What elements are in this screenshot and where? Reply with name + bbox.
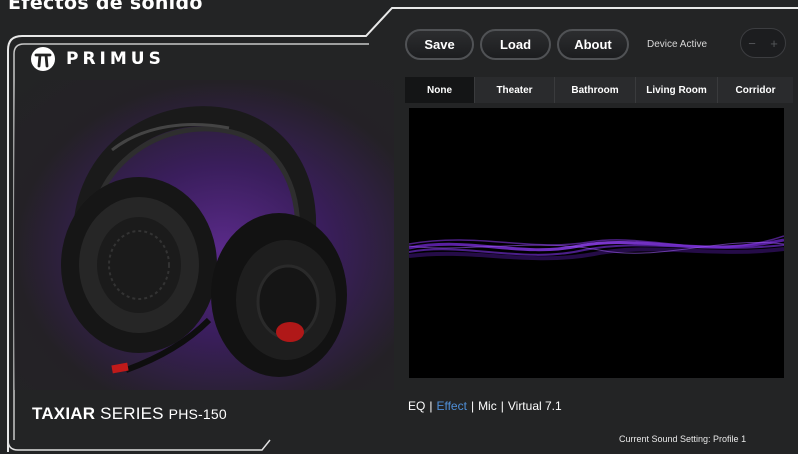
headset-image bbox=[61, 106, 347, 377]
nav-effect[interactable]: Effect bbox=[436, 399, 466, 413]
tab-living-room[interactable]: Living Room bbox=[636, 77, 718, 103]
bottom-nav: EQ | Effect | Mic | Virtual 7.1 bbox=[408, 399, 562, 413]
nav-separator: | bbox=[500, 399, 504, 413]
effect-preset-tabs: None Theater Bathroom Living Room Corrid… bbox=[405, 77, 793, 103]
product-series: SERIES bbox=[100, 404, 164, 423]
load-button[interactable]: Load bbox=[480, 29, 551, 60]
device-toggle[interactable]: − + bbox=[740, 28, 786, 58]
product-image-stage bbox=[14, 80, 394, 390]
brand-logo: PRIMUS bbox=[30, 46, 165, 72]
toolbar: Save Load About bbox=[405, 29, 629, 60]
nav-mic[interactable]: Mic bbox=[478, 399, 497, 413]
tab-theater[interactable]: Theater bbox=[475, 77, 555, 103]
tab-none[interactable]: None bbox=[405, 77, 475, 103]
minus-icon: − bbox=[748, 35, 756, 51]
nav-separator: | bbox=[429, 399, 433, 413]
plus-icon: + bbox=[770, 35, 778, 51]
sound-visualizer bbox=[408, 108, 785, 378]
device-status: Device Active bbox=[647, 39, 708, 50]
brand-name: PRIMUS bbox=[66, 49, 165, 69]
tab-bathroom[interactable]: Bathroom bbox=[555, 77, 636, 103]
about-button[interactable]: About bbox=[557, 29, 629, 60]
nav-virtual-7-1[interactable]: Virtual 7.1 bbox=[508, 399, 562, 413]
tab-corridor[interactable]: Corridor bbox=[718, 77, 793, 103]
product-title: TAXIAR SERIES PHS-150 bbox=[32, 404, 227, 424]
save-button[interactable]: Save bbox=[405, 29, 474, 60]
nav-eq[interactable]: EQ bbox=[408, 399, 425, 413]
nav-separator: | bbox=[470, 399, 475, 413]
current-sound-setting: Current Sound Setting: Profile 1 bbox=[619, 434, 747, 444]
product-model: PHS-150 bbox=[168, 406, 227, 422]
pi-icon bbox=[31, 47, 55, 71]
product-name: TAXIAR bbox=[32, 404, 96, 423]
waveform bbox=[408, 235, 785, 261]
